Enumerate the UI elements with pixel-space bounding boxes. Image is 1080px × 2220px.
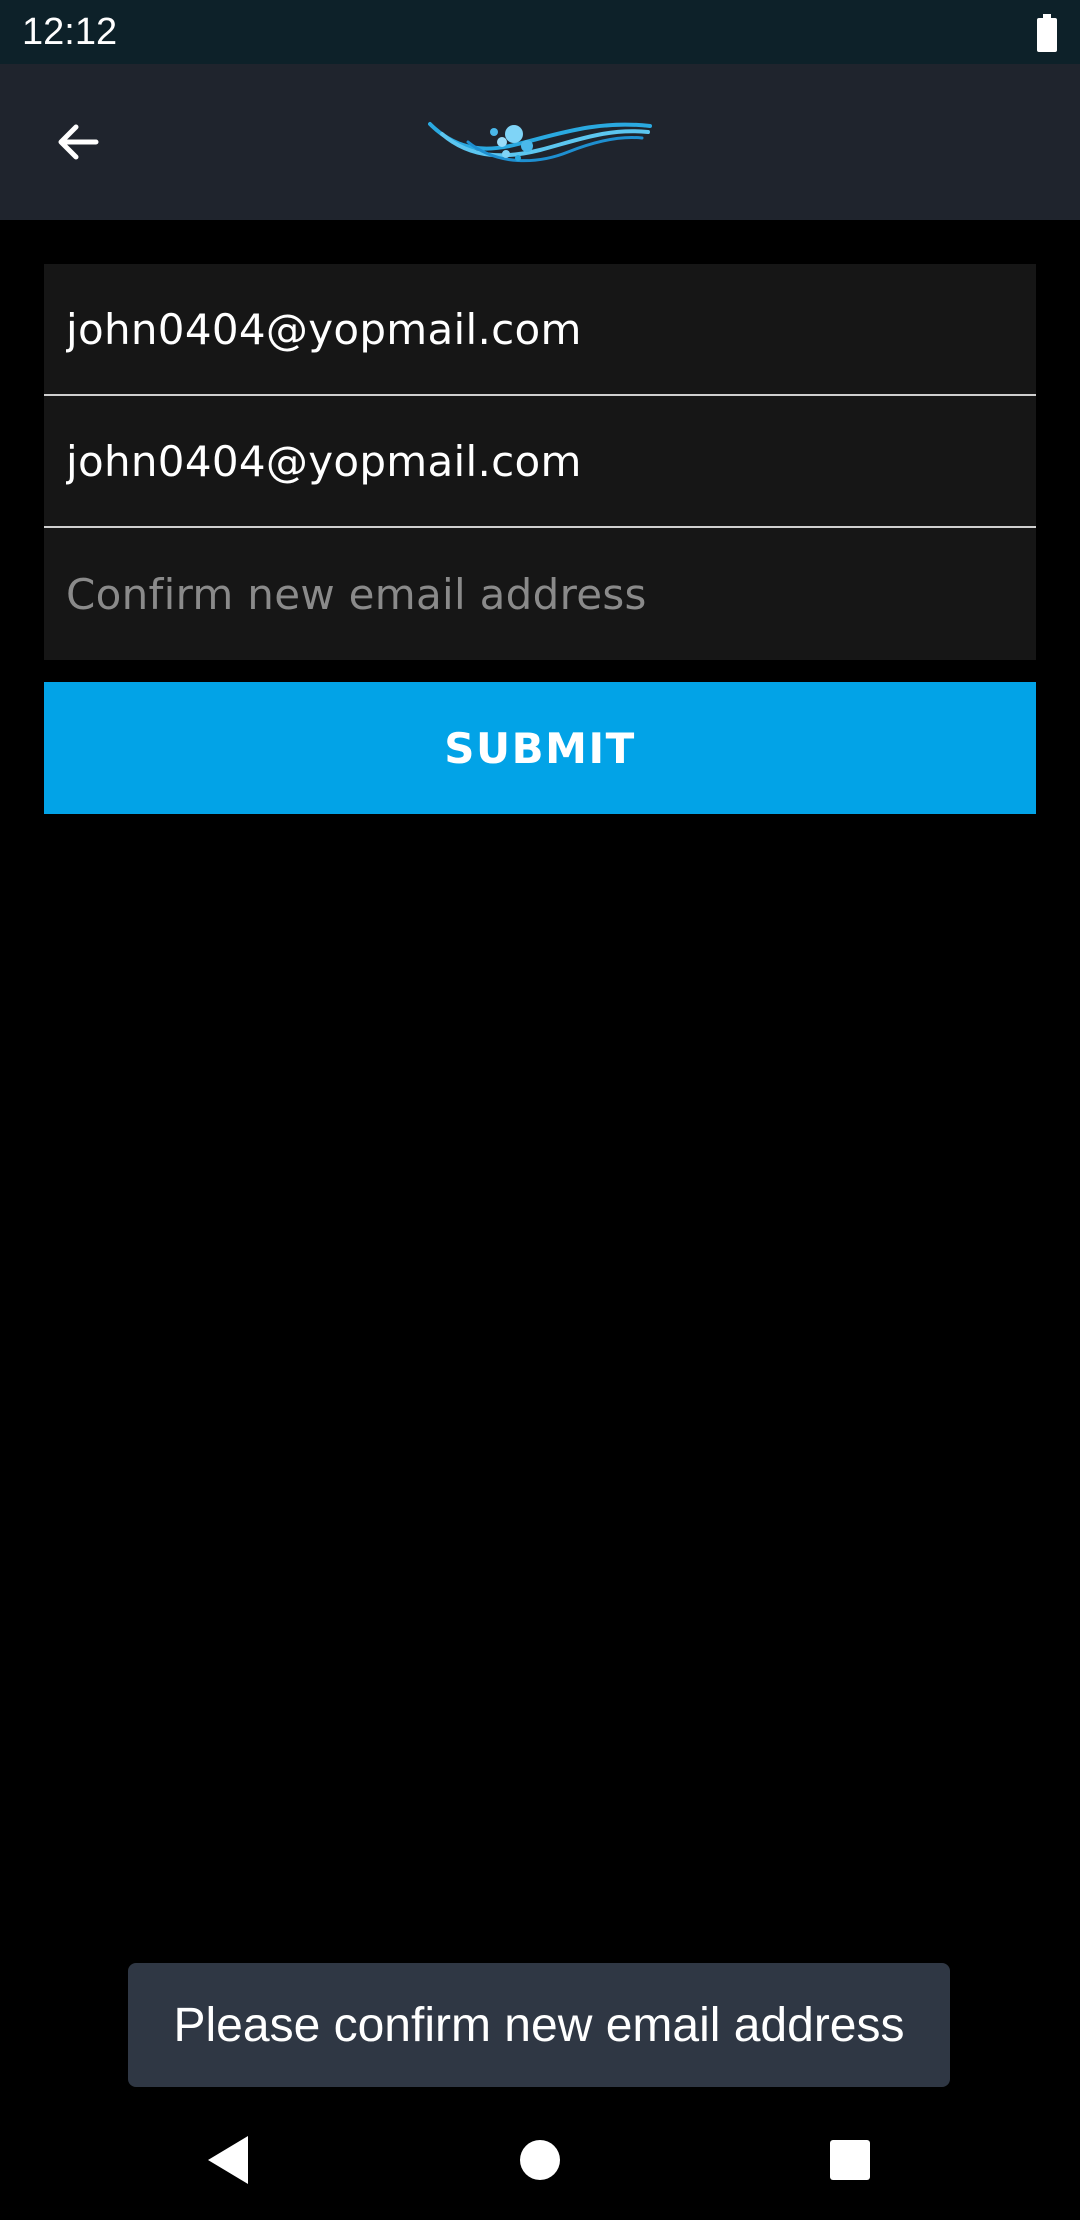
toast-message: Please confirm new email address xyxy=(173,1998,905,2052)
confirm-email-field-container xyxy=(44,528,1036,660)
back-button[interactable] xyxy=(40,104,116,180)
battery-icon xyxy=(1036,14,1058,52)
nav-recents-button[interactable] xyxy=(810,2120,890,2200)
system-nav-bar xyxy=(0,2100,1080,2220)
triangle-back-icon xyxy=(208,2136,248,2184)
new-email-field[interactable] xyxy=(44,396,1036,526)
current-email-field[interactable] xyxy=(44,264,1036,394)
nav-back-button[interactable] xyxy=(188,2120,268,2200)
arrow-left-icon xyxy=(58,124,99,160)
app-logo xyxy=(428,112,652,176)
toast: Please confirm new email address xyxy=(128,1963,950,2087)
nav-home-button[interactable] xyxy=(500,2120,580,2200)
waves-bubbles-logo-icon xyxy=(428,122,652,163)
status-bar: 12:12 xyxy=(0,0,1080,64)
submit-button[interactable]: SUBMIT xyxy=(44,682,1036,814)
app-bar xyxy=(0,64,1080,220)
new-email-field-container xyxy=(44,396,1036,528)
status-time: 12:12 xyxy=(22,11,118,53)
current-email-field-container xyxy=(44,264,1036,396)
change-email-form: SUBMIT xyxy=(44,264,1036,814)
circle-home-icon xyxy=(520,2140,560,2180)
square-recents-icon xyxy=(830,2140,870,2180)
confirm-email-field[interactable] xyxy=(44,528,1036,660)
